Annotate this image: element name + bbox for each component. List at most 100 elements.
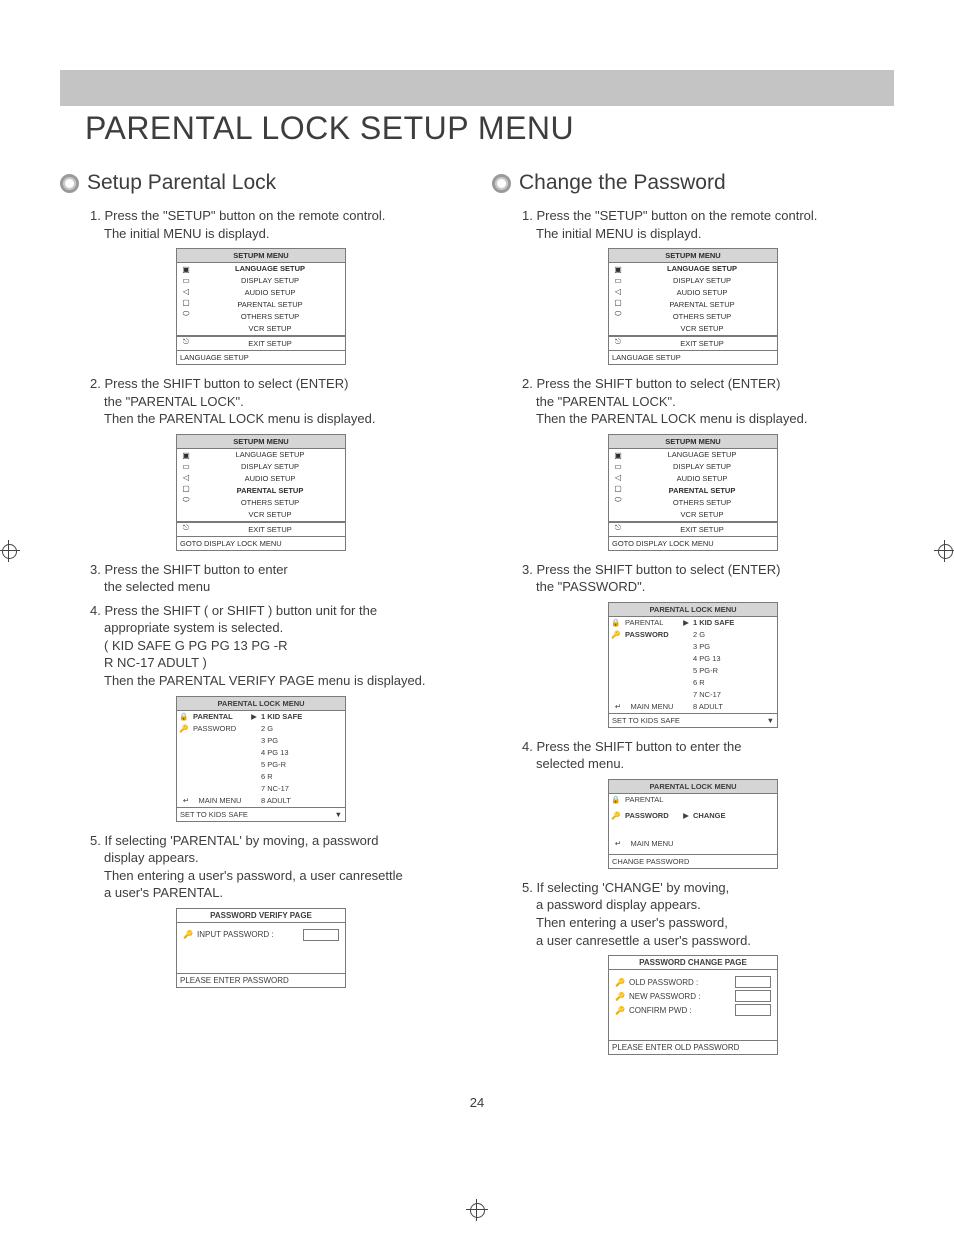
rating-item: 8 ADULT [691,701,777,713]
step-text: a user canresettle a user's password. [536,933,751,948]
menu-item: PARENTAL SETUP [627,299,777,311]
lock-icon: 🔒 [609,794,623,810]
osd-title: PARENTAL LOCK MENU [608,602,778,616]
arrow-icon: ▶ [249,711,259,723]
rating-item: 7 NC-17 [691,689,777,701]
lang-icon: ▣ [182,451,190,461]
page-number: 24 [60,1095,894,1110]
step-text: 2. Press the SHIFT button to select (ENT… [522,376,780,391]
rating-item: 2 G [691,629,777,641]
section-heading: Setup Parental Lock [87,171,276,195]
column-change-password: Change the Password 1. Press the "SETUP"… [492,165,894,1065]
audio-icon: ◁ [615,473,621,483]
osd-footer: CHANGE PASSWORD [608,855,778,869]
audio-icon: ◁ [615,287,621,297]
step-text: selected menu. [536,756,624,771]
osd-title: SETUPM MENU [176,434,346,448]
step-text: 1. Press the "SETUP" button on the remot… [522,208,817,223]
osd-password-verify: PASSWORD VERIFY PAGE 🔑INPUT PASSWORD : P… [176,908,346,988]
field-label: NEW PASSWORD : [629,992,700,1001]
rating-item: 5 PG-R [691,665,777,677]
crop-mark-bottom [466,1199,488,1221]
key-icon: 🔑 [615,992,625,1001]
rating-item: 5 PG-R [259,759,345,771]
rating-item: 6 R [691,677,777,689]
rating-item: 3 PG [691,641,777,653]
audio-icon: ◁ [183,473,189,483]
menu-item: EXIT SETUP [195,337,345,350]
osd-parental-lock-menu: PARENTAL LOCK MENU 🔒PARENTAL▶1 KID SAFE … [176,696,346,822]
rating-item: 6 R [259,771,345,783]
others-icon: ⬭ [183,309,190,319]
menu-item: AUDIO SETUP [195,287,345,299]
key-icon: 🔑 [609,629,623,641]
menu-item: CHANGE [691,810,777,826]
others-icon: ⬭ [615,495,622,505]
key-icon: 🔑 [615,1006,625,1015]
parental-icon: ▢ [182,484,190,494]
field-label: INPUT PASSWORD : [197,930,274,939]
key-icon: 🔑 [615,978,625,987]
menu-item: OTHERS SETUP [195,311,345,323]
osd-footer: GOTO DISPLAY LOCK MENU [608,537,778,551]
crop-mark-left [0,540,20,562]
menu-item: PARENTAL [623,617,681,629]
password-input-box [303,929,339,941]
others-icon: ⬭ [183,495,190,505]
osd-setup-menu-parental: SETUPM MENU ▣ ▭ ◁ ▢ ⬭ LANGUAGE SETUP DIS… [608,434,778,551]
step-text: 5. If selecting 'PARENTAL' by moving, a … [90,833,378,848]
osd-title: PARENTAL LOCK MENU [176,696,346,710]
osd-parental-lock-change: PARENTAL LOCK MENU 🔒PARENTAL 🔑PASSWORD▶C… [608,779,778,869]
menu-item: AUDIO SETUP [627,473,777,485]
osd-footer: LANGUAGE SETUP [608,351,778,365]
page-title: PARENTAL LOCK SETUP MENU [85,110,894,147]
menu-item: OTHERS SETUP [627,497,777,509]
rating-item: 7 NC-17 [259,783,345,795]
key-icon: 🔑 [609,810,623,826]
key-icon: 🔑 [177,723,191,735]
step-text: 2. Press the SHIFT button to select (ENT… [90,376,348,391]
osd-footer: LANGUAGE SETUP [176,351,346,365]
step-text: the "PASSWORD". [536,579,645,594]
lock-icon: 🔒 [177,711,191,723]
bullet-icon [60,174,79,193]
parental-icon: ▢ [182,298,190,308]
menu-item: OTHERS SETUP [627,311,777,323]
step-text: the "PARENTAL LOCK". [536,394,676,409]
step-text: a user's PARENTAL. [104,885,223,900]
osd-footer: SET TO KIDS SAFE [612,716,680,725]
step-text: 1. Press the "SETUP" button on the remot… [90,208,385,223]
osd-title: PARENTAL LOCK MENU [608,779,778,793]
exit-icon: ⎋ [609,337,627,350]
menu-item: PARENTAL SETUP [195,299,345,311]
rating-item: 4 PG 13 [691,653,777,665]
osd-setup-menu-parental: SETUPM MENU ▣ ▭ ◁ ▢ ⬭ LANGUAGE SETUP DIS… [176,434,346,551]
osd-setup-menu: SETUPM MENU ▣ ▭ ◁ ▢ ⬭ LANGUAGE SETUP DIS… [176,248,346,365]
lang-icon: ▣ [182,265,190,275]
menu-item: PASSWORD [191,723,249,735]
lang-icon: ▣ [614,451,622,461]
menu-item: PARENTAL [191,711,249,723]
rating-item: 3 PG [259,735,345,747]
display-icon: ▭ [614,462,622,472]
osd-footer: SET TO KIDS SAFE [180,810,248,819]
step-text: ( KID SAFE G PG PG 13 PG -R [104,638,288,653]
step-text: The initial MENU is displayd. [104,226,269,241]
display-icon: ▭ [182,462,190,472]
menu-item: MAIN MENU [625,839,679,852]
display-icon: ▭ [614,276,622,286]
step-text: Then the PARENTAL LOCK menu is displayed… [104,411,375,426]
menu-item: AUDIO SETUP [195,473,345,485]
step-text: the "PARENTAL LOCK". [104,394,244,409]
step-text: 4. Press the SHIFT ( or SHIFT ) button u… [90,603,377,618]
display-icon: ▭ [182,276,190,286]
menu-item: VCR SETUP [627,323,777,335]
menu-item: DISPLAY SETUP [627,275,777,287]
menu-item: PARENTAL SETUP [627,485,777,497]
menu-item: PARENTAL SETUP [195,485,345,497]
osd-password-change: PASSWORD CHANGE PAGE 🔑OLD PASSWORD : 🔑NE… [608,955,778,1055]
field-label: OLD PASSWORD : [629,978,698,987]
step-text: a password display appears. [536,897,701,912]
return-icon: ↵ [611,702,625,711]
audio-icon: ◁ [183,287,189,297]
